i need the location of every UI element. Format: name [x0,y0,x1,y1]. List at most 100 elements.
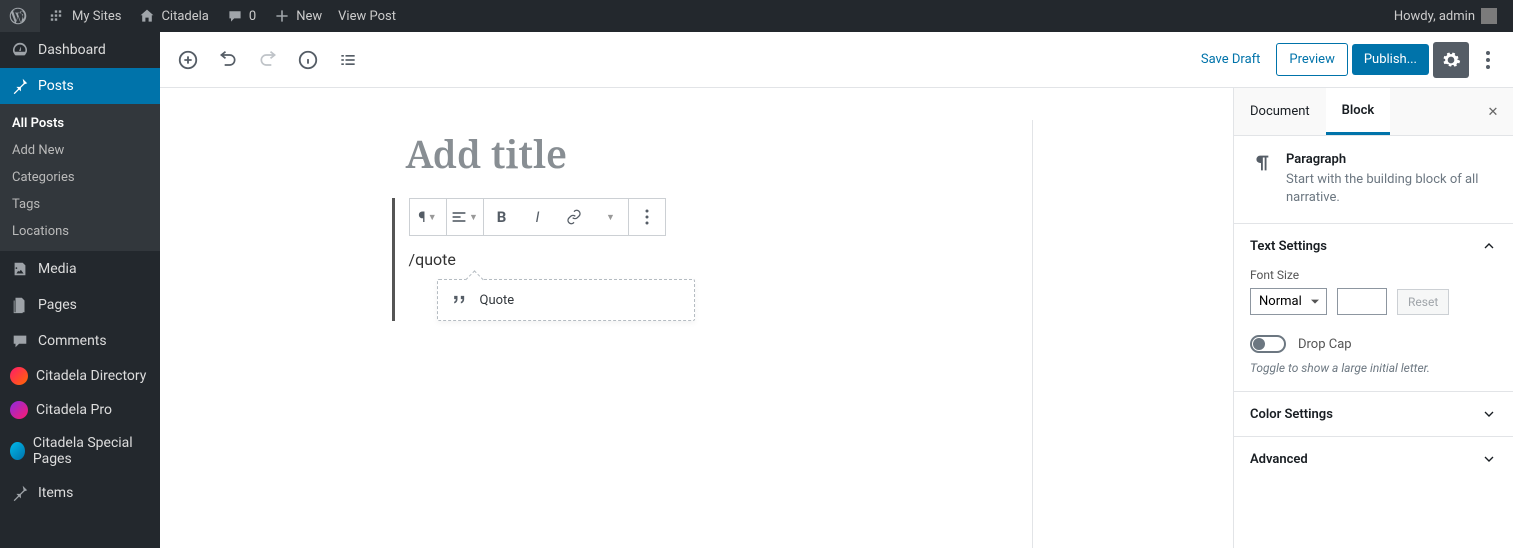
panel-tabs: Document Block ✕ [1234,88,1513,136]
wp-logo[interactable] [0,0,40,32]
block-name: Paragraph [1286,152,1497,167]
section-advanced: Advanced [1234,436,1513,481]
section-label: Advanced [1250,452,1308,467]
admin-sidebar: Dashboard Posts All Posts Add New Catego… [0,32,160,548]
menu-citadela-pro[interactable]: Citadela Pro [0,393,160,427]
submenu-categories[interactable]: Categories [0,164,160,191]
comments-count-label: 0 [249,9,256,24]
block-explain: Start with the building block of all nar… [1286,171,1497,207]
preview-button[interactable]: Preview [1276,43,1347,76]
user-menu[interactable]: Howdy, admin [1386,0,1505,32]
menu-cpro-label: Citadela Pro [36,402,112,418]
menu-comments[interactable]: Comments [0,323,160,359]
chevron-down-icon [1481,451,1497,467]
comment-icon [225,6,245,26]
submenu-locations[interactable]: Locations [0,218,160,245]
align-button[interactable]: ▼ [447,199,483,235]
font-size-select[interactable]: Normal [1250,288,1327,315]
bold-button[interactable]: B [484,199,520,235]
plugin-icon [10,367,28,385]
settings-toggle-button[interactable] [1433,42,1469,78]
my-sites[interactable]: My Sites [40,0,129,32]
tab-block[interactable]: Block [1326,88,1391,135]
redo-button[interactable] [250,42,286,78]
view-post[interactable]: View Post [330,0,404,32]
menu-citadela-directory[interactable]: Citadela Directory [0,359,160,393]
paragraph-block[interactable]: ¶▼ ▼ B I ▼ /quote Quote [392,198,1002,321]
site-name-label: Citadela [161,9,208,24]
drop-cap-label: Drop Cap [1298,337,1352,352]
menu-items[interactable]: Items [0,475,160,511]
new-content[interactable]: New [264,0,330,32]
more-options-button[interactable] [1473,42,1503,78]
dashboard-icon [10,40,30,60]
autocomplete-label: Quote [480,293,515,308]
menu-dashboard[interactable]: Dashboard [0,32,160,68]
menu-dashboard-label: Dashboard [38,42,106,58]
menu-posts[interactable]: Posts [0,68,160,104]
menu-citadela-special[interactable]: Citadela Special Pages [0,427,160,475]
editor-main: Save Draft Preview Publish... Add title … [160,32,1513,548]
section-head-advanced[interactable]: Advanced [1234,437,1513,481]
close-panel-button[interactable]: ✕ [1481,100,1505,124]
save-draft-button[interactable]: Save Draft [1189,44,1273,75]
menu-media[interactable]: Media [0,251,160,287]
pages-icon [10,295,30,315]
new-label: New [296,9,322,24]
my-sites-label: My Sites [72,9,121,24]
menu-pages-label: Pages [38,297,77,313]
comments-count[interactable]: 0 [217,0,264,32]
menu-cdir-label: Citadela Directory [36,368,146,384]
plugin-icon [10,442,25,460]
menu-posts-label: Posts [38,78,74,94]
howdy-label: Howdy, admin [1394,9,1475,24]
block-more-button[interactable] [629,199,665,235]
menu-pages[interactable]: Pages [0,287,160,323]
drop-cap-toggle[interactable] [1250,335,1286,353]
menu-comments-label: Comments [38,333,107,349]
posts-submenu: All Posts Add New Categories Tags Locati… [0,104,160,251]
link-button[interactable] [556,199,592,235]
tab-document[interactable]: Document [1234,88,1326,135]
wordpress-icon [8,6,28,26]
font-size-label: Font Size [1250,268,1497,282]
publish-button[interactable]: Publish... [1352,44,1429,75]
chevron-up-icon [1481,238,1497,254]
pin-icon [10,483,30,503]
block-description: Paragraph Start with the building block … [1234,136,1513,223]
menu-cspec-label: Citadela Special Pages [33,435,150,467]
block-content[interactable]: /quote [409,246,988,273]
menu-items-label: Items [38,485,73,501]
submenu-all-posts[interactable]: All Posts [0,110,160,137]
title-placeholder: Add title [406,128,988,180]
section-head-color[interactable]: Color Settings [1234,392,1513,436]
section-head-text[interactable]: Text Settings [1234,224,1513,268]
info-button[interactable] [290,42,326,78]
paragraph-icon [1250,152,1274,176]
avatar [1481,8,1497,24]
block-type-button[interactable]: ¶▼ [410,199,446,235]
view-post-label: View Post [338,9,396,24]
font-size-input[interactable] [1337,288,1387,315]
site-name[interactable]: Citadela [129,0,216,32]
submenu-tags[interactable]: Tags [0,191,160,218]
submenu-add-new[interactable]: Add New [0,137,160,164]
home-icon [137,6,157,26]
more-formatting-button[interactable]: ▼ [592,199,628,235]
section-text-settings: Text Settings Font Size Normal Reset Dro… [1234,223,1513,391]
chevron-down-icon [1481,406,1497,422]
menu-media-label: Media [38,261,77,277]
section-label: Text Settings [1250,239,1327,254]
font-size-reset-button[interactable]: Reset [1397,289,1449,315]
outline-button[interactable] [330,42,366,78]
settings-panel: Document Block ✕ Paragraph Start with th… [1233,88,1513,548]
quote-icon [450,290,470,310]
post-title-input[interactable]: Add title [392,128,1002,180]
drop-cap-hint: Toggle to show a large initial letter. [1250,361,1497,375]
autocomplete-option-quote[interactable]: Quote [437,279,695,321]
italic-button[interactable]: I [520,199,556,235]
section-color-settings: Color Settings [1234,391,1513,436]
content-divider [1032,120,1033,548]
undo-button[interactable] [210,42,246,78]
add-block-button[interactable] [170,42,206,78]
